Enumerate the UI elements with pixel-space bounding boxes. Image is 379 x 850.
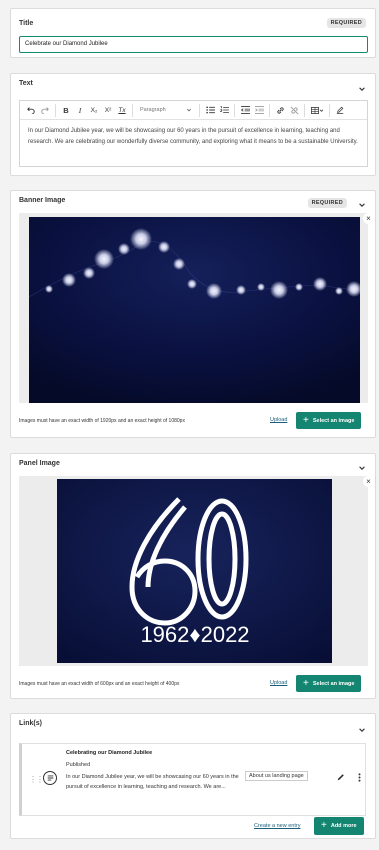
panel-image-hint: Images must have an exact width of 600px… (19, 681, 180, 687)
chevron-down-icon[interactable] (357, 84, 367, 94)
format-select-value: Paragraph (140, 107, 166, 113)
title-label: Title (19, 20, 34, 27)
highlight-icon[interactable] (333, 103, 347, 117)
outdent-icon[interactable] (238, 103, 252, 117)
toolbar-divider (269, 103, 270, 117)
chevron-down-icon[interactable] (357, 725, 367, 735)
toolbar-divider (329, 103, 330, 117)
panel-image-frame: 1962♦2022 × (19, 476, 374, 666)
table-icon[interactable] (308, 103, 326, 117)
undo-icon[interactable] (24, 103, 38, 117)
select-image-button[interactable]: + Select an image (296, 412, 362, 429)
more-options-icon[interactable] (354, 772, 364, 782)
unlink-icon[interactable] (287, 103, 301, 117)
links-label: Link(s) (19, 720, 42, 727)
edit-icon[interactable] (336, 772, 346, 782)
panel-image: 1962♦2022 (57, 479, 332, 663)
banner-image-frame: × (19, 213, 374, 403)
numbered-list-icon[interactable] (217, 103, 231, 117)
required-badge: REQUIRED (307, 198, 347, 208)
text-card: Text B I X₂ X² Tx Paragraph In our Diamo… (10, 73, 376, 176)
clear-format-button[interactable]: Tx (115, 103, 129, 117)
add-more-button[interactable]: + Add more (314, 817, 364, 835)
panel-image-years: 1962♦2022 (140, 622, 249, 647)
links-card: Link(s) ⋮⋮ Celebrating our Diamond Jubil… (10, 713, 376, 839)
link-entry[interactable]: ⋮⋮ Celebrating our Diamond Jubilee Publi… (19, 743, 366, 816)
upload-link[interactable]: Upload (270, 417, 287, 423)
entry-status: Published (66, 762, 91, 768)
toolbar-divider (304, 103, 305, 117)
subscript-button[interactable]: X₂ (87, 103, 101, 117)
chevron-down-icon[interactable] (357, 200, 367, 210)
panel-image-label: Panel Image (19, 460, 60, 467)
required-badge: REQUIRED (326, 18, 366, 28)
add-more-label: Add more (330, 823, 357, 829)
entry-content-type-tag: About us landing page (245, 771, 308, 781)
redo-icon[interactable] (38, 103, 52, 117)
select-image-label: Select an image (312, 417, 355, 424)
toolbar-divider (132, 103, 133, 117)
remove-image-button[interactable]: × (363, 476, 374, 487)
select-image-label: Select an image (312, 680, 355, 687)
rich-text-editor: B I X₂ X² Tx Paragraph In our Diamond Ju… (19, 100, 368, 167)
select-image-button[interactable]: + Select an image (296, 675, 362, 692)
entry-text-icon (43, 771, 57, 785)
drag-handle-icon[interactable]: ⋮⋮ (29, 775, 44, 784)
superscript-button[interactable]: X² (101, 103, 115, 117)
chevron-down-icon (186, 108, 192, 112)
editor-toolbar: B I X₂ X² Tx Paragraph (20, 101, 367, 120)
plus-icon: + (303, 414, 309, 426)
title-card: Title REQUIRED Celebrate our Diamond Jub… (10, 8, 376, 58)
plus-icon: + (303, 677, 309, 689)
upload-link[interactable]: Upload (270, 680, 287, 686)
plus-icon: + (321, 820, 327, 831)
format-select[interactable]: Paragraph (136, 104, 196, 117)
editor-content[interactable]: In our Diamond Jubilee year, we will be … (20, 120, 367, 154)
link-icon[interactable] (273, 103, 287, 117)
banner-image-label: Banner Image (19, 197, 66, 204)
panel-image-card: Panel Image 1962♦2022 × Images must have… (10, 453, 376, 699)
entry-description: In our Diamond Jubilee year, we will be … (66, 774, 239, 790)
toolbar-divider (199, 103, 200, 117)
italic-button[interactable]: I (73, 103, 87, 117)
bold-button[interactable]: B (59, 103, 73, 117)
toolbar-divider (55, 103, 56, 117)
title-input[interactable]: Celebrate our Diamond Jubilee (19, 36, 368, 53)
indent-icon[interactable] (252, 103, 266, 117)
banner-image (29, 217, 360, 403)
create-new-entry-link[interactable]: Create a new entry (254, 823, 300, 829)
banner-image-hint: Images must have an exact width of 1920p… (19, 418, 185, 424)
bullet-list-icon[interactable] (203, 103, 217, 117)
remove-image-button[interactable]: × (363, 213, 374, 224)
chevron-down-icon (319, 108, 323, 112)
toolbar-divider (234, 103, 235, 117)
banner-image-card: Banner Image REQUIRED × Images must have… (10, 190, 376, 438)
entry-title: Celebrating our Diamond Jubilee (66, 750, 153, 756)
chevron-down-icon[interactable] (357, 463, 367, 473)
text-label: Text (19, 80, 33, 87)
